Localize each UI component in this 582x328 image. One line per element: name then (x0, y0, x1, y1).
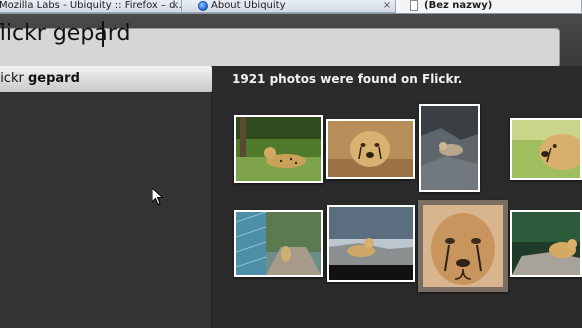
photo-thumbnail[interactable] (234, 115, 323, 183)
tab-mozilla-labs[interactable]: Mozilla Labs - Ubiquity :: Firefox – d..… (0, 0, 182, 13)
mouse-pointer-icon (152, 188, 164, 206)
close-icon[interactable]: × (170, 0, 180, 11)
suggestion-argument: gepard (27, 71, 80, 86)
photo-thumbnail[interactable] (326, 119, 415, 179)
photo-thumbnail[interactable] (418, 200, 508, 292)
suggestion-list (0, 66, 212, 328)
document-icon (410, 0, 418, 11)
tab-bez-nazwy[interactable]: (Bez nazwy) (396, 0, 582, 13)
ubiquity-favicon-icon (198, 1, 208, 11)
photo-thumbnail[interactable] (510, 210, 582, 277)
photo-thumbnail[interactable] (419, 104, 480, 192)
text-caret (102, 21, 104, 47)
results-message: 1921 photos were found on Flickr. (232, 72, 463, 86)
suggestion-item-flickr[interactable]: flickr gepard (0, 66, 224, 92)
photo-thumbnail[interactable] (234, 210, 323, 277)
photo-thumbnail[interactable] (327, 205, 415, 282)
close-icon[interactable]: × (382, 0, 392, 11)
suggestion-label: flickr gepard (0, 66, 80, 92)
tab-label: About Ubiquity (211, 0, 286, 11)
tab-about-ubiquity[interactable]: About Ubiquity × (182, 0, 396, 13)
tab-label: (Bez nazwy) (424, 0, 493, 11)
suggestion-command: flickr (0, 71, 24, 86)
command-input-text: flickr gepard (0, 21, 131, 46)
preview-pane (212, 66, 582, 328)
tab-label: Mozilla Labs - Ubiquity :: Firefox – d..… (0, 0, 182, 11)
photo-thumbnail[interactable] (510, 118, 582, 180)
tab-bar: Mozilla Labs - Ubiquity :: Firefox – d..… (0, 0, 582, 14)
